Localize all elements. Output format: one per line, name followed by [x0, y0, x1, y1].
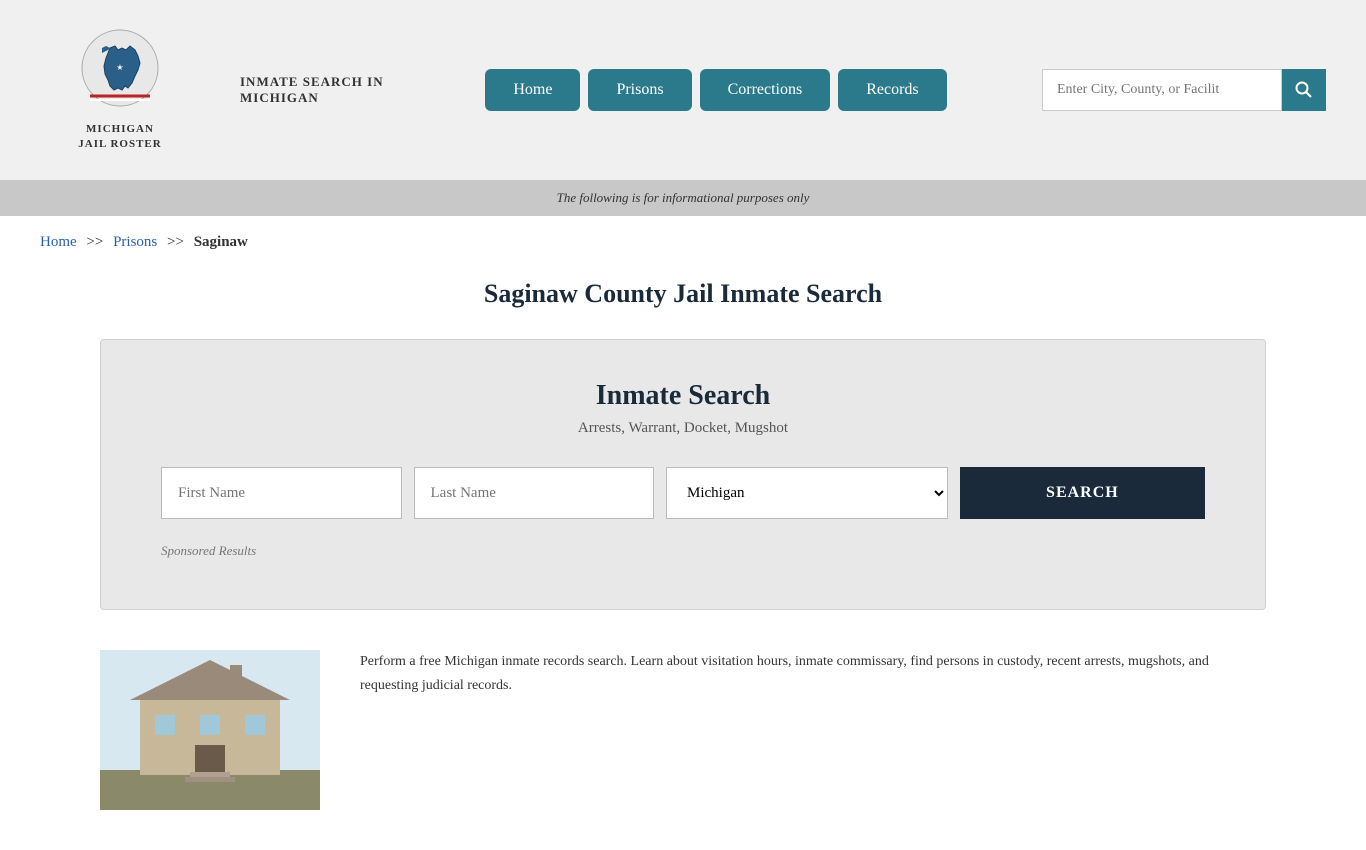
breadcrumb: Home >> Prisons >> Saginaw	[0, 216, 1366, 269]
inmate-search-section: Inmate Search Arrests, Warrant, Docket, …	[100, 339, 1266, 610]
site-title: INMATE SEARCH INMICHIGAN	[240, 74, 390, 106]
sponsored-label: Sponsored Results	[161, 543, 1205, 559]
nav-home-button[interactable]: Home	[485, 69, 580, 111]
site-header: ★ MICHIGAN JAIL ROSTER INMATE SEARCH INM…	[0, 0, 1366, 180]
logo-text-line1: MICHIGAN JAIL ROSTER	[78, 122, 161, 153]
nav-corrections-button[interactable]: Corrections	[700, 69, 831, 111]
building-image	[100, 650, 320, 810]
bottom-description: Perform a free Michigan inmate records s…	[360, 650, 1266, 698]
last-name-input[interactable]	[414, 467, 655, 519]
building-illustration	[100, 650, 320, 810]
page-title: Saginaw County Jail Inmate Search	[40, 279, 1326, 309]
state-select[interactable]: Michigan Alabama Alaska Arizona Arkansas…	[666, 467, 948, 519]
nav-prisons-button[interactable]: Prisons	[588, 69, 691, 111]
inmate-search-form: Michigan Alabama Alaska Arizona Arkansas…	[161, 467, 1205, 519]
breadcrumb-current: Saginaw	[194, 234, 248, 250]
header-search-input[interactable]	[1042, 69, 1282, 111]
header-search-button[interactable]	[1282, 69, 1326, 111]
main-nav: Home Prisons Corrections Records	[420, 69, 1012, 111]
first-name-input[interactable]	[161, 467, 402, 519]
breadcrumb-sep1: >>	[86, 234, 103, 250]
info-bar-text: The following is for informational purpo…	[557, 190, 810, 205]
search-submit-button[interactable]: SEARCH	[960, 467, 1205, 519]
breadcrumb-prisons-link[interactable]: Prisons	[113, 234, 157, 250]
breadcrumb-sep2: >>	[167, 234, 184, 250]
nav-records-button[interactable]: Records	[838, 69, 946, 111]
breadcrumb-home-link[interactable]: Home	[40, 234, 77, 250]
svg-text:★: ★	[116, 63, 123, 72]
search-section-subtitle: Arrests, Warrant, Docket, Mugshot	[161, 420, 1205, 437]
search-section-title: Inmate Search	[161, 380, 1205, 412]
search-icon	[1295, 81, 1313, 99]
bottom-section: Perform a free Michigan inmate records s…	[0, 610, 1366, 850]
info-bar: The following is for informational purpo…	[0, 180, 1366, 216]
site-logo: ★ MICHIGAN JAIL ROSTER	[40, 28, 200, 153]
page-title-area: Saginaw County Jail Inmate Search	[0, 269, 1366, 339]
logo-icon: ★	[80, 28, 160, 118]
header-search	[1042, 69, 1326, 111]
